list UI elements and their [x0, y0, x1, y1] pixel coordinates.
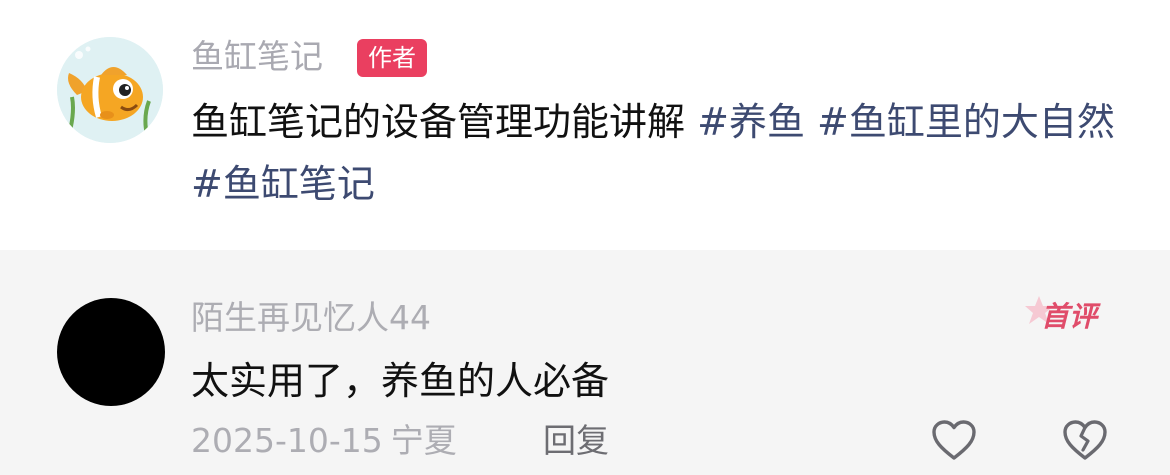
comment-item: 陌生再见忆人44 首评 太实用了，养鱼的人必备 2025-10-15 宁夏 回复	[0, 250, 1170, 475]
first-comment-badge: 首评	[1025, 294, 1115, 340]
commenter-name[interactable]: 陌生再见忆人44	[191, 293, 431, 343]
broken-heart-outline-icon	[1063, 420, 1107, 460]
post-caption-text: 鱼缸笔记的设备管理功能讲解	[191, 100, 686, 144]
first-comment-label: 首评	[1041, 300, 1098, 333]
reply-button[interactable]: 回复	[543, 416, 609, 466]
author-name[interactable]: 鱼缸笔记	[191, 33, 323, 81]
author-badge: 作者	[357, 39, 427, 77]
comment-text: 太实用了，养鱼的人必备	[191, 359, 610, 403]
author-post: 鱼缸笔记 作者 鱼缸笔记的设备管理功能讲解 #养鱼 #鱼缸里的大自然 #鱼缸笔记	[0, 0, 1170, 250]
comment-location: 宁夏	[390, 421, 457, 460]
comment-meta: 2025-10-15 宁夏	[191, 416, 457, 466]
like-button[interactable]	[931, 419, 977, 461]
hashtag[interactable]: #养鱼	[697, 100, 805, 144]
dislike-button[interactable]	[1061, 419, 1109, 461]
heart-outline-icon	[932, 420, 976, 460]
hashtag[interactable]: #鱼缸笔记	[191, 162, 375, 206]
comment-date: 2025-10-15	[191, 421, 383, 460]
hashtag[interactable]: #鱼缸里的大自然	[817, 100, 1115, 144]
goldfish-avatar-icon	[57, 37, 163, 143]
author-avatar[interactable]	[57, 37, 163, 143]
commenter-avatar[interactable]	[57, 298, 165, 406]
post-caption: 鱼缸笔记的设备管理功能讲解 #养鱼 #鱼缸里的大自然 #鱼缸笔记	[191, 91, 1121, 215]
